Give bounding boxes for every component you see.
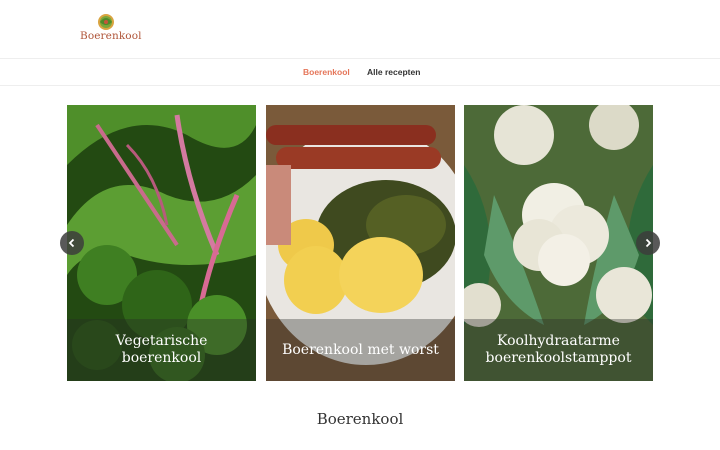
chevron-left-icon xyxy=(68,238,75,248)
nav-item-alle-recepten[interactable]: Alle recepten xyxy=(367,67,420,77)
carousel-slide[interactable]: Boerenkool met worst xyxy=(266,105,455,381)
carousel-next-button[interactable] xyxy=(636,231,660,255)
slide-caption: Boerenkool met worst xyxy=(266,319,455,381)
carousel-prev-button[interactable] xyxy=(60,231,84,255)
slide-caption-text: Koolhydraatarme boerenkoolstamppot xyxy=(485,333,632,366)
slide-caption: Vegetarische boerenkool xyxy=(67,319,256,381)
slide-caption: Koolhydraatarme boerenkoolstamppot xyxy=(464,319,653,381)
slide-caption-text: Vegetarische boerenkool xyxy=(115,333,208,366)
chevron-right-icon xyxy=(645,238,652,248)
site-header: Boerenkool xyxy=(0,0,720,58)
main-nav: Boerenkool Alle recepten xyxy=(0,58,720,86)
site-logo[interactable]: Boerenkool xyxy=(80,12,142,44)
logo-text: Boerenkool xyxy=(80,30,142,42)
carousel-slide[interactable]: Koolhydraatarme boerenkoolstamppot xyxy=(464,105,653,381)
section-title: Boerenkool xyxy=(316,410,404,428)
kale-logo-icon xyxy=(98,14,114,30)
nav-item-boerenkool[interactable]: Boerenkool xyxy=(303,67,350,77)
carousel-slide[interactable]: Vegetarische boerenkool xyxy=(67,105,256,381)
slide-caption-text: Boerenkool met worst xyxy=(282,341,439,358)
